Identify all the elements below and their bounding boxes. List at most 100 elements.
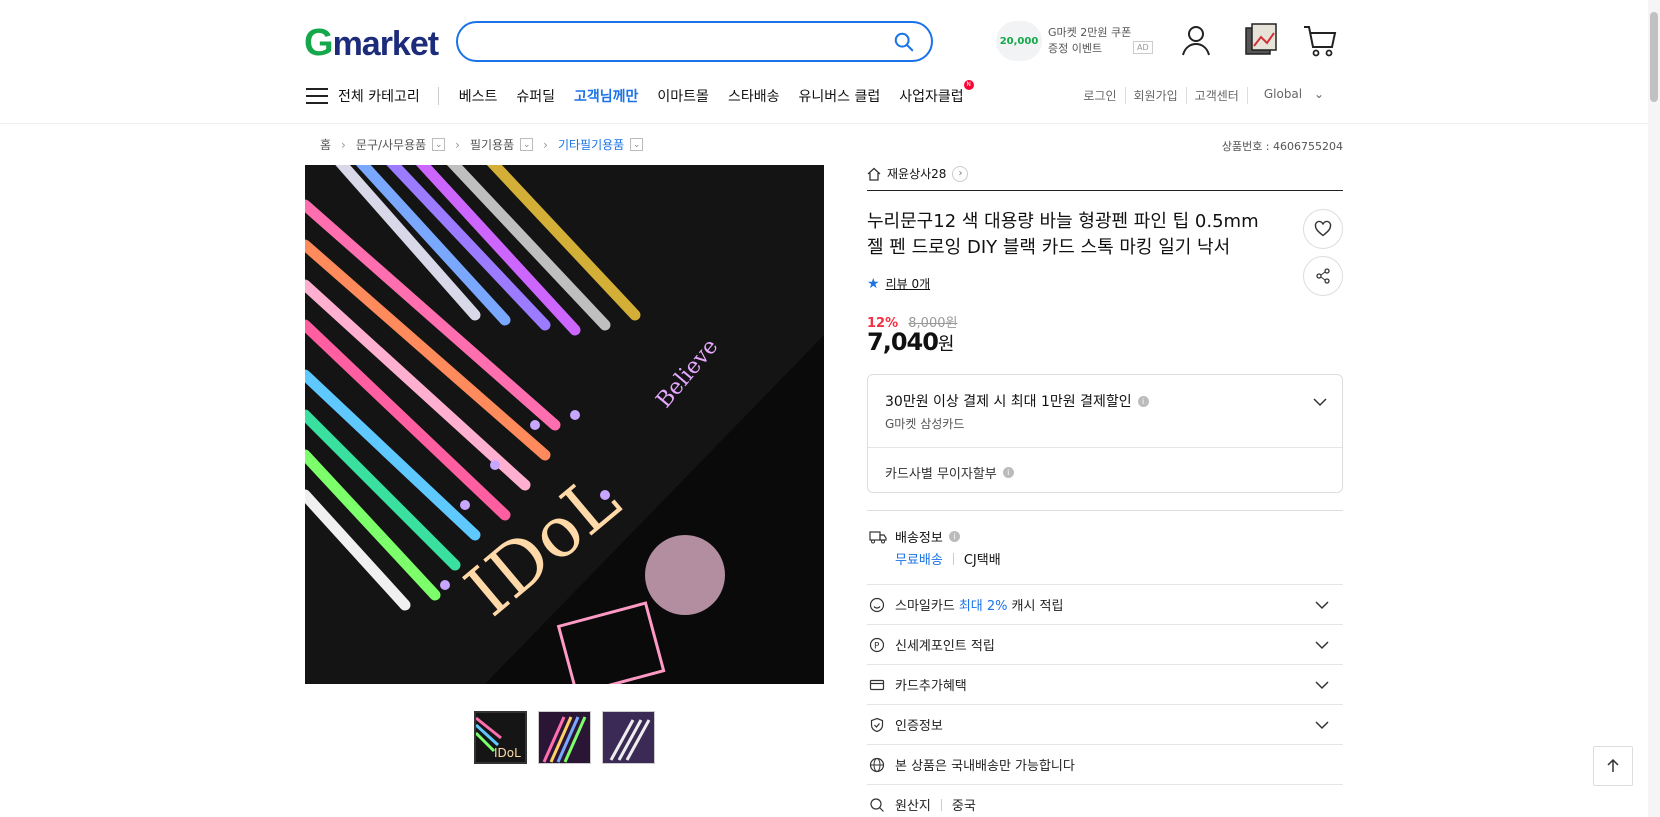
search-input[interactable] <box>476 23 896 60</box>
thumbnail-image <box>539 712 590 763</box>
chevron-down-icon <box>1315 601 1329 610</box>
card-discount-main: 30만원 이상 결제 시 최대 1만원 결제할인 i <box>885 391 1149 411</box>
nav-business-club-label: 사업자클럽 <box>899 89 964 105</box>
product-main-image[interactable]: IDoL Believe <box>305 165 824 684</box>
card-extra-row[interactable]: 카드추가혜택 <box>867 664 1343 704</box>
thumbnail-3[interactable] <box>602 711 655 764</box>
util-links: 로그인 회원가입 고객센터 Global ⌄ <box>1075 87 1332 104</box>
nav-business-club[interactable]: 사업자클럽 N <box>899 80 974 106</box>
share-icon <box>1316 268 1330 284</box>
certification-label: 인증정보 <box>895 719 943 734</box>
all-category-label: 전체 카테고리 <box>338 89 420 105</box>
card-extra-label: 카드추가혜택 <box>895 679 967 694</box>
divider <box>437 87 439 105</box>
all-category-button[interactable]: 전체 카테고리 <box>306 86 420 106</box>
smile-icon <box>869 597 885 612</box>
nav-universe-club[interactable]: 유니버스 클럽 <box>798 86 880 106</box>
product-title: 누리문구12 색 대용량 바늘 형광펜 파인 팁 0.5mm 젤 펜 드로잉 D… <box>867 211 1259 258</box>
smilecard-row[interactable]: 스마일카드 최대 2% 캐시 적립 <box>867 584 1343 624</box>
login-link[interactable]: 로그인 <box>1075 87 1124 104</box>
search-icon <box>870 797 884 812</box>
shinsegae-point-row[interactable]: P 신세계포인트 적립 <box>867 624 1343 664</box>
scroll-top-button[interactable] <box>1593 746 1633 786</box>
home-icon <box>867 167 881 181</box>
nav-best[interactable]: 베스트 <box>459 86 498 106</box>
svg-text:IDoL: IDoL <box>494 746 521 760</box>
nav-superdeal[interactable]: 슈퍼딜 <box>516 86 555 106</box>
card-discount-text: 30만원 이상 결제 시 최대 1만원 결제할인 <box>885 394 1132 410</box>
divider <box>952 552 954 565</box>
chevron-down-icon <box>1315 641 1329 650</box>
installment-text: 카드사별 무이자할부 <box>885 467 997 482</box>
chevron-right-icon: › <box>543 137 548 152</box>
review-count: 리뷰 0개 <box>885 277 931 291</box>
chevron-down-icon[interactable]: ⌄ <box>520 138 534 151</box>
price-unit: 원 <box>937 334 955 355</box>
smilecard-suffix: 캐시 적립 <box>1011 599 1064 614</box>
search-icon[interactable] <box>893 31 915 53</box>
ad-banner[interactable]: 20,000 G마켓 2만원 쿠폰 증정 이벤트 <box>996 21 1131 61</box>
scrollbar[interactable] <box>1648 0 1660 817</box>
ad-text: G마켓 2만원 쿠폰 증정 이벤트 <box>1048 26 1132 55</box>
sale-price: 7,040원 <box>867 328 955 356</box>
card-icon <box>869 679 885 690</box>
ad-badge: AD <box>1133 41 1153 54</box>
new-badge: N <box>963 80 974 90</box>
card-benefit-box: 30만원 이상 결제 시 최대 1만원 결제할인 i G마켓 삼성카드 카드사별… <box>867 374 1343 493</box>
carrier: CJ택배 <box>963 553 1001 568</box>
info-icon[interactable]: i <box>948 531 960 542</box>
globe-icon <box>869 757 885 772</box>
global-label: Global <box>1263 87 1303 101</box>
card-name: G마켓 삼성카드 <box>885 417 965 431</box>
nav-for-you[interactable]: 고객님께만 <box>574 86 638 106</box>
divider <box>868 447 1342 448</box>
product-number: 상품번호 : 4606755204 <box>1221 140 1343 153</box>
chevron-down-icon[interactable]: ⌄ <box>630 138 644 151</box>
breadcrumb-item-1[interactable]: 문구/사무용품 <box>356 136 426 153</box>
thumbnail-image <box>603 712 654 763</box>
global-link[interactable]: Global ⌄ <box>1246 87 1332 104</box>
scrollbar-thumb[interactable] <box>1650 12 1658 102</box>
cart-icon[interactable] <box>1302 22 1338 58</box>
shop-name: 재윤상사28 <box>887 167 947 181</box>
certification-row[interactable]: 인증정보 <box>867 704 1343 744</box>
user-icon[interactable] <box>1178 22 1214 58</box>
chevron-down-icon <box>1315 681 1329 690</box>
breadcrumb-item-3[interactable]: 기타필기용품 <box>558 136 624 153</box>
star-icon: ★ <box>867 275 880 292</box>
smilecard-rate: 최대 2% <box>958 599 1008 614</box>
pens-illustration: IDoL Believe <box>305 165 824 684</box>
info-icon[interactable]: i <box>1137 395 1149 407</box>
installment-info[interactable]: 카드사별 무이자할부 i <box>885 463 1014 482</box>
thumbnail-2[interactable] <box>538 711 591 764</box>
chevron-down-icon[interactable] <box>1313 395 1327 409</box>
coupon-coin: 20,000 <box>996 21 1042 61</box>
info-icon: i <box>1002 467 1014 478</box>
point-icon: P <box>869 637 885 652</box>
thumbnail-1[interactable]: IDoL <box>474 711 527 764</box>
chevron-down-icon[interactable]: ⌄ <box>432 138 446 151</box>
hamburger-icon <box>306 88 328 104</box>
chevron-right-icon: › <box>341 137 346 152</box>
heart-icon <box>1314 220 1332 237</box>
customer-center-link[interactable]: 고객센터 <box>1185 87 1247 104</box>
shop-link[interactable]: 재윤상사28 › <box>867 163 1343 191</box>
wishlist-button[interactable] <box>1303 209 1343 249</box>
share-button[interactable] <box>1303 256 1343 296</box>
nav-emart[interactable]: 이마트몰 <box>657 86 709 106</box>
search-box <box>456 21 933 62</box>
breadcrumb-home[interactable]: 홈 <box>320 136 331 153</box>
signup-link[interactable]: 회원가입 <box>1124 87 1186 104</box>
shield-check-icon <box>870 717 884 732</box>
chevron-right-icon: › <box>952 165 969 182</box>
product-info: 재윤상사28 › 누리문구12 색 대용량 바늘 형광펜 파인 팁 0.5mm … <box>867 163 1343 814</box>
review-link[interactable]: ★ 리뷰 0개 <box>867 275 930 292</box>
breadcrumb-item-2[interactable]: 필기용품 <box>470 136 514 153</box>
sale-price-value: 7,040 <box>867 328 939 356</box>
nav-star-delivery[interactable]: 스타배송 <box>728 86 780 106</box>
domestic-only-label: 본 상품은 국내배송만 가능합니다 <box>895 759 1075 774</box>
truck-icon <box>869 530 887 543</box>
shipping-header: 배송정보 i <box>869 527 960 546</box>
recent-view-icon[interactable] <box>1243 22 1279 58</box>
gmarket-logo[interactable]: Gmarket <box>304 22 439 65</box>
